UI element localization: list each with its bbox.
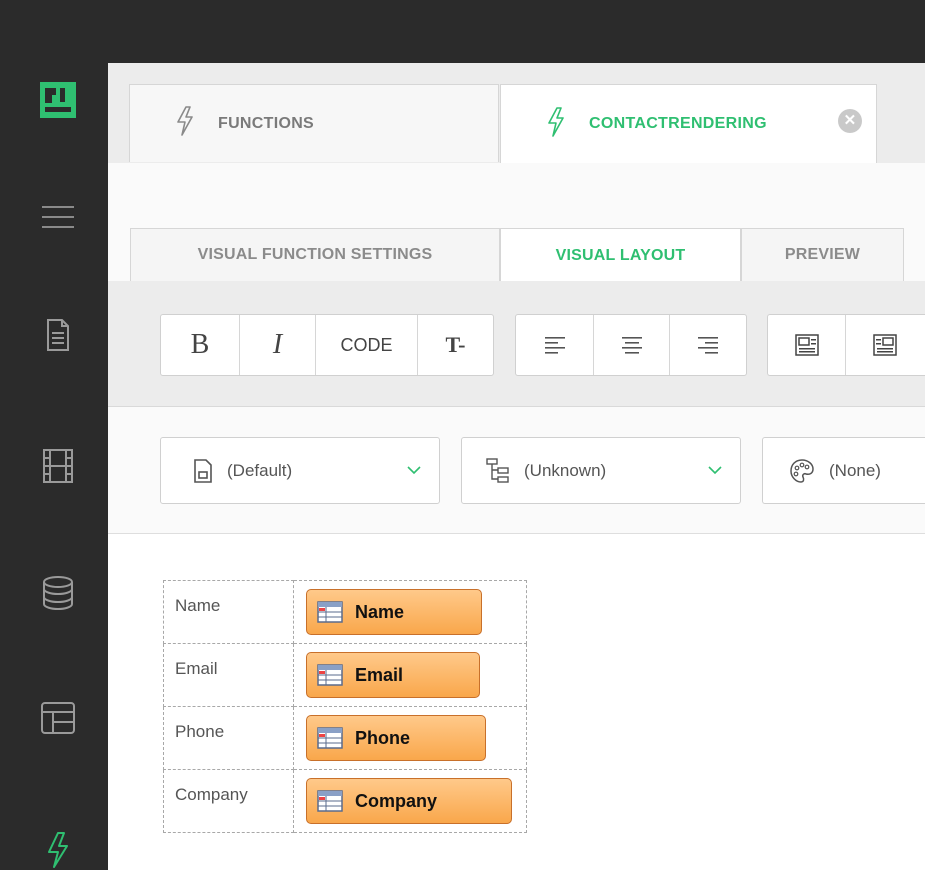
layout-canvas: Name Name Email Email Phone Phone Compan… xyxy=(108,534,925,870)
tab-functions-label: FUNCTIONS xyxy=(218,114,315,132)
film-icon[interactable] xyxy=(38,446,78,486)
table-row: Name Name xyxy=(163,580,527,644)
hierarchy-dropdown[interactable]: (Unknown) xyxy=(461,437,741,504)
function-icon[interactable] xyxy=(38,830,78,870)
theme-dropdown[interactable]: (None) xyxy=(762,437,925,504)
chevron-down-icon xyxy=(708,460,722,480)
table-row: Company Company xyxy=(163,769,527,833)
page-template-value: (Default) xyxy=(227,460,293,480)
selector-row: (Default) (Unknown) (None) xyxy=(108,407,925,534)
tab-contactrendering[interactable]: CONTACTRENDERING ✕ xyxy=(500,84,877,163)
field-chip-label: Email xyxy=(355,664,404,685)
image-left-button[interactable] xyxy=(768,315,846,375)
row-label: Company xyxy=(163,769,294,833)
row-label: Name xyxy=(163,580,294,644)
text-style-group: B I CODE T- xyxy=(160,314,494,376)
image-layout-group xyxy=(767,314,925,376)
hierarchy-icon xyxy=(486,457,510,484)
palette-icon xyxy=(789,458,815,484)
field-chip[interactable]: Name xyxy=(306,589,482,635)
table-field-icon xyxy=(317,790,343,812)
align-center-icon xyxy=(621,337,642,354)
alignment-group xyxy=(515,314,747,376)
table-field-icon xyxy=(317,601,343,623)
field-chip[interactable]: Phone xyxy=(306,715,486,761)
image-right-button[interactable] xyxy=(846,315,924,375)
layout-table: Name Name Email Email Phone Phone Compan… xyxy=(163,580,527,833)
table-row: Email Email xyxy=(163,643,527,707)
tab-visual-layout[interactable]: VISUAL LAYOUT xyxy=(500,228,741,282)
row-label: Phone xyxy=(163,706,294,770)
menu-icon[interactable] xyxy=(38,197,78,237)
database-icon[interactable] xyxy=(38,573,78,613)
chevron-down-icon xyxy=(407,460,421,480)
table-field-icon xyxy=(317,727,343,749)
align-center-button[interactable] xyxy=(594,315,670,375)
align-left-icon xyxy=(544,337,565,354)
document-icon[interactable] xyxy=(38,315,78,355)
tab-functions[interactable]: FUNCTIONS xyxy=(129,84,499,162)
image-text-icon xyxy=(794,334,819,356)
main-panel: FUNCTIONS CONTACTRENDERING ✕ VISUAL FUNC… xyxy=(108,63,925,870)
sub-tab-area: VISUAL FUNCTION SETTINGS VISUAL LAYOUT P… xyxy=(108,163,925,282)
table-field-icon xyxy=(317,664,343,686)
tab-preview[interactable]: PREVIEW xyxy=(741,228,904,281)
code-button[interactable]: CODE xyxy=(316,315,418,375)
logo-icon[interactable] xyxy=(38,80,78,120)
lightning-icon xyxy=(547,106,565,142)
field-chip-label: Phone xyxy=(355,727,411,748)
theme-value: (None) xyxy=(829,460,881,480)
close-tab-icon[interactable]: ✕ xyxy=(838,109,862,133)
align-right-icon xyxy=(698,337,718,354)
field-chip-label: Company xyxy=(355,790,438,811)
page-template-icon xyxy=(193,458,213,483)
tab-contactrendering-label: CONTACTRENDERING xyxy=(589,115,767,132)
text-image-icon xyxy=(873,334,897,356)
tab-visual-function-settings[interactable]: VISUAL FUNCTION SETTINGS xyxy=(130,228,500,281)
table-row: Phone Phone xyxy=(163,706,527,770)
align-left-button[interactable] xyxy=(516,315,594,375)
document-tab-bar: FUNCTIONS CONTACTRENDERING ✕ xyxy=(108,63,925,164)
page-template-dropdown[interactable]: (Default) xyxy=(160,437,440,504)
bold-button[interactable]: B xyxy=(161,315,240,375)
text-size-button[interactable]: T- xyxy=(418,315,493,375)
italic-button[interactable]: I xyxy=(240,315,316,375)
row-label: Email xyxy=(163,643,294,707)
formatting-toolbar: B I CODE T- xyxy=(108,281,925,407)
field-chip[interactable]: Email xyxy=(306,652,480,698)
lightning-icon xyxy=(176,106,194,141)
left-navigation-rail xyxy=(8,0,108,870)
field-chip-label: Name xyxy=(355,601,405,622)
align-right-button[interactable] xyxy=(670,315,746,375)
layout-icon[interactable] xyxy=(38,698,78,738)
hierarchy-value: (Unknown) xyxy=(524,460,607,480)
field-chip[interactable]: Company xyxy=(306,778,512,824)
